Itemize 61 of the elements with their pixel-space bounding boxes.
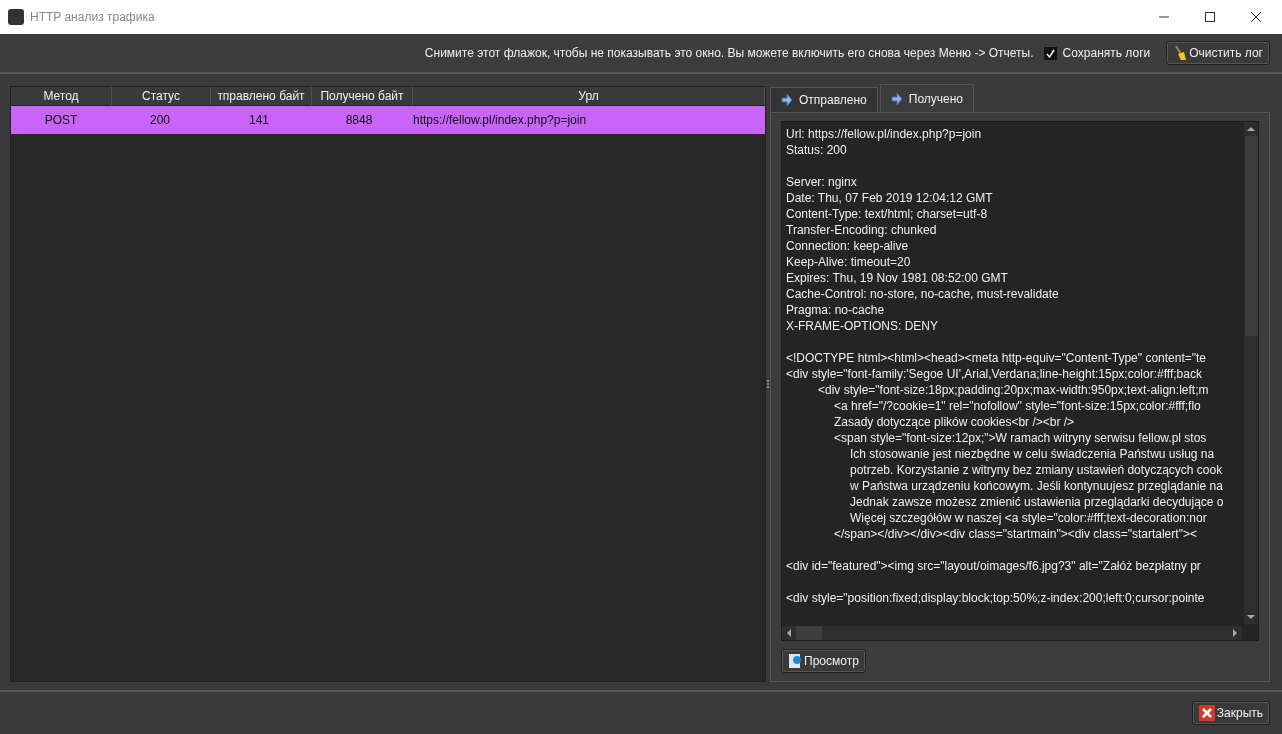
- response-line: Server: nginx: [786, 174, 857, 190]
- window-title: HTTP анализ трафика: [30, 10, 155, 24]
- table-row[interactable]: POST 200 141 8848 https://fellow.pl/index.php?p=join: [11, 106, 765, 134]
- response-line: <a href="/?cookie=1" rel="nofollow" style="font-size:15px;color:#fff;flo: [833, 398, 1201, 414]
- response-line: Url: https://fellow.pl/index.php?p=join: [786, 126, 982, 142]
- horizontal-scrollbar[interactable]: [782, 626, 1242, 640]
- response-line: Transfer-Encoding: chunked: [786, 222, 937, 238]
- response-line: Cache-Control: no-store, no-cache, must-revalidate: [786, 286, 1059, 302]
- response-line: <span style="font-size:12px;">W ramach witryny serwisu fellow.pl stos: [833, 430, 1207, 446]
- response-line: <div style="font-family:'Segoe UI',Arial,Verdana;line-height:15px;color:#fff;back: [786, 366, 1202, 382]
- table-cell-text: 141: [248, 113, 270, 127]
- response-line: Status: 200: [786, 142, 847, 158]
- response-line: Date: Thu, 07 Feb 2019 12:04:12 GMT: [786, 190, 993, 206]
- vertical-scrollbar[interactable]: [1244, 122, 1258, 624]
- response-line: Pragma: no-cache: [786, 302, 885, 318]
- tab[interactable]: Отправлено: [770, 87, 878, 112]
- maximize-icon[interactable]: [1204, 11, 1216, 23]
- table-cell-text: https://fellow.pl/index.php?p=join: [412, 113, 588, 127]
- scroll-down-icon[interactable]: [1247, 614, 1255, 620]
- column-header[interactable]: тправлено байт: [211, 87, 312, 105]
- response-line: Zasady dotyczące plików cookies<br /><br />: [833, 414, 1075, 430]
- response-line: Jednak zawsze możesz zmienić ustawienia przeglądarki decydujące o: [849, 494, 1224, 510]
- tab[interactable]: Получено: [879, 84, 975, 112]
- response-line: w Państwa urządzeniu końcowym. Jeśli kontynuujesz przeglądanie na: [849, 478, 1223, 494]
- scroll-thumb[interactable]: [1245, 136, 1257, 336]
- response-line: Ich stosowanie jest niezbędne w celu świadczenia Państwu usług na: [849, 446, 1215, 462]
- save-logs-checkbox[interactable]: [1043, 46, 1057, 60]
- response-line: Więcej szczegółów w naszej <a style="color:#fff;text-decoration:nor: [849, 510, 1207, 526]
- checkbox-label: Сохранять логи: [1062, 46, 1151, 60]
- column-header[interactable]: Метод: [11, 87, 112, 105]
- page-globe-icon: [788, 653, 802, 669]
- column-header[interactable]: Получено байт: [312, 87, 413, 105]
- app-icon: [8, 9, 24, 25]
- response-line: potrzeb. Korzystanie z witryny bez zmiany ustawień dotyczących cook: [849, 462, 1223, 478]
- response-line: <div id="featured"><img src="layout/oimages/f6.jpg?3" alt="Załóż bezpłatny pr: [786, 558, 1201, 574]
- response-line: <!DOCTYPE html><html><head><meta http-equiv="Content-Type" content="te: [786, 350, 1207, 366]
- checkmark-icon: [1045, 48, 1055, 58]
- broom-icon: [1173, 45, 1188, 61]
- column-header[interactable]: Статус: [112, 87, 211, 105]
- preview-button[interactable]: Просмотр: [781, 649, 866, 673]
- response-line: <div style="font-size:18px;padding:20px;max-width:950px;text-align:left;m: [817, 382, 1209, 398]
- response-line: <div style="position:fixed;display:block;top:50%;z-index:200;left:0;cursor:pointe: [786, 590, 1205, 606]
- scroll-up-icon[interactable]: [1247, 126, 1255, 132]
- scroll-right-icon[interactable]: [1232, 629, 1238, 637]
- close-icon[interactable]: [1250, 11, 1262, 23]
- table-cell-text: 200: [149, 113, 171, 127]
- response-line: X-FRAME-OPTIONS: DENY: [786, 318, 938, 334]
- column-header[interactable]: Урл: [413, 87, 765, 105]
- scroll-thumb[interactable]: [796, 626, 822, 640]
- close-button[interactable]: Закрыть: [1191, 701, 1270, 725]
- table-cell-text: POST: [43, 113, 79, 127]
- hint-text: Снимите этот флажок, чтобы не показывать это окно. Вы можете включить его снова через Меню -> Отчеты.: [424, 46, 1034, 60]
- close-icon: [1198, 705, 1215, 721]
- response-line: Content-Type: text/html; charset=utf-8: [786, 206, 988, 222]
- table-cell-text: 8848: [344, 113, 374, 127]
- response-line: Keep-Alive: timeout=20: [786, 254, 911, 270]
- clear-log-button[interactable]: Очистить лог: [1166, 41, 1270, 65]
- response-line: Connection: keep-alive: [786, 238, 909, 254]
- scroll-left-icon[interactable]: [786, 629, 792, 637]
- response-line: </span></div></div><div class="startmain"><div class="startalert"><: [833, 526, 1197, 542]
- response-line: Expires: Thu, 19 Nov 1981 08:52:00 GMT: [786, 270, 1008, 286]
